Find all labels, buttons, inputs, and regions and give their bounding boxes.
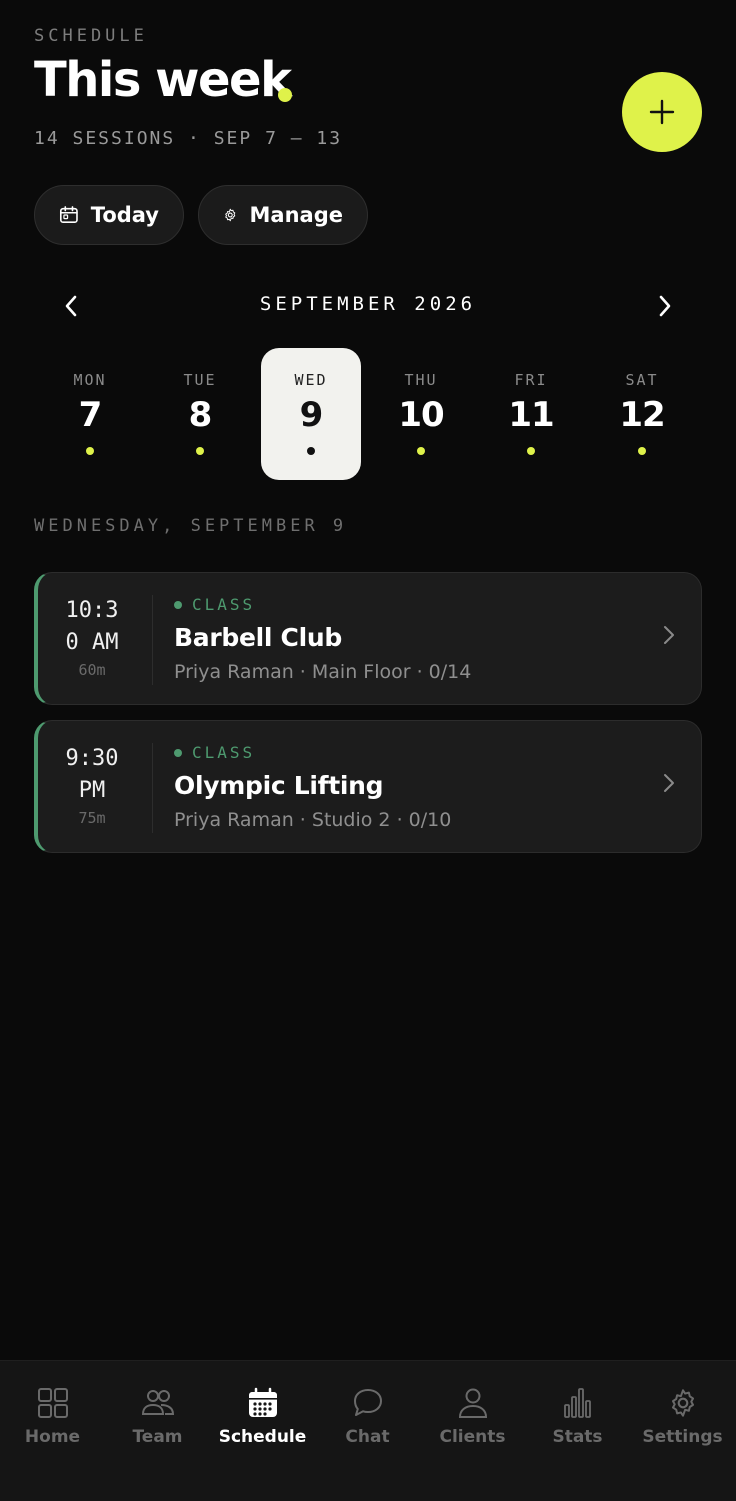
day-number: 11: [508, 395, 554, 435]
page-title: This week: [34, 52, 292, 108]
month-navigator: SEPTEMBER 2026: [34, 285, 702, 325]
tab-team[interactable]: Team: [105, 1361, 210, 1471]
today-button-label: Today: [90, 203, 159, 227]
session-type-label: CLASS: [192, 743, 256, 762]
session-time-line: 9:30: [65, 746, 119, 771]
day-wed-selected[interactable]: WED 9: [261, 348, 361, 480]
day-name: TUE: [183, 371, 217, 389]
day-sat[interactable]: SAT 12: [592, 348, 692, 480]
session-type: CLASS: [174, 743, 255, 762]
session-card[interactable]: 9:30 PM 75m CLASS Olympic Lifting Priya …: [34, 720, 702, 853]
session-type-dot: [174, 748, 182, 757]
session-time: 10:3 0 AM: [56, 595, 128, 659]
chevron-right-icon: [659, 295, 671, 317]
chevron-right-icon: [664, 626, 674, 644]
tab-label: Schedule: [218, 1427, 307, 1447]
tab-label: Team: [132, 1427, 183, 1447]
session-indicator-dot: [417, 447, 425, 455]
session-name: Olympic Lifting: [174, 771, 384, 800]
page-subtitle: 14 SESSIONS · SEP 7 – 13: [34, 128, 343, 149]
session-duration: 75m: [78, 809, 106, 827]
gear-icon: [671, 1389, 694, 1417]
calendar-icon: [59, 206, 78, 224]
tab-home[interactable]: Home: [0, 1361, 105, 1471]
card-divider: [152, 595, 153, 685]
session-details: Priya Raman · Main Floor · 0/14: [174, 661, 472, 683]
gear-icon: [225, 208, 236, 222]
chevron-right-icon: [664, 774, 674, 792]
day-number: 8: [188, 395, 213, 435]
day-mon[interactable]: MON 7: [40, 348, 140, 480]
session-name: Barbell Club: [174, 623, 342, 652]
bottom-tab-bar: Home Team Schedule Chat Clients Stats Se…: [0, 1360, 736, 1501]
chat-bubble-icon: [353, 1389, 382, 1416]
session-indicator-dot: [638, 447, 646, 455]
tab-label: Clients: [439, 1427, 506, 1447]
day-tue[interactable]: TUE 8: [150, 348, 250, 480]
tab-chat[interactable]: Chat: [315, 1361, 420, 1471]
tab-stats[interactable]: Stats: [525, 1361, 630, 1471]
bar-chart-icon: [563, 1388, 591, 1418]
manage-button-label: Manage: [249, 203, 343, 227]
team-icon: [141, 1390, 174, 1415]
day-number: 10: [398, 395, 444, 435]
day-thu[interactable]: THU 10: [371, 348, 471, 480]
month-label: SEPTEMBER 2026: [259, 293, 477, 315]
calendar-icon: [248, 1387, 277, 1417]
today-button[interactable]: Today: [34, 185, 184, 245]
session-indicator-dot: [196, 447, 204, 455]
card-divider: [152, 743, 153, 833]
day-name: THU: [404, 371, 438, 389]
tab-clients[interactable]: Clients: [420, 1361, 525, 1471]
session-time-line: PM: [78, 778, 106, 803]
day-fri[interactable]: FRI 11: [481, 348, 581, 480]
session-indicator-dot: [527, 447, 535, 455]
tab-settings[interactable]: Settings: [630, 1361, 735, 1471]
person-icon: [458, 1388, 487, 1418]
day-number: 9: [299, 395, 324, 435]
session-type-label: CLASS: [192, 595, 256, 614]
title-accent-dot: [278, 88, 292, 102]
session-type-dot: [174, 600, 182, 609]
grid-icon: [37, 1388, 68, 1418]
next-month-button[interactable]: [650, 291, 680, 321]
session-indicator-dot: [86, 447, 94, 455]
day-name: MON: [73, 371, 107, 389]
tab-label: Home: [24, 1427, 81, 1447]
session-time-line: 0 AM: [65, 630, 119, 655]
session-type: CLASS: [174, 595, 255, 614]
tab-label: Stats: [552, 1427, 603, 1447]
day-name: WED: [294, 371, 328, 389]
day-number: 12: [619, 395, 665, 435]
day-number: 7: [78, 395, 103, 435]
session-time: 9:30 PM: [56, 743, 128, 807]
manage-button[interactable]: Manage: [198, 185, 368, 245]
week-day-strip: MON 7 TUE 8 WED 9 THU 10 FRI 11 SAT 12: [34, 348, 702, 480]
add-session-button[interactable]: [622, 72, 702, 152]
tab-schedule[interactable]: Schedule: [210, 1361, 315, 1471]
session-indicator-dot: [307, 447, 315, 455]
plus-icon: [649, 99, 675, 125]
session-time-line: 10:3: [65, 598, 119, 623]
session-duration: 60m: [78, 661, 106, 679]
day-name: FRI: [514, 371, 548, 389]
section-eyebrow: SCHEDULE: [34, 26, 148, 46]
session-details: Priya Raman · Studio 2 · 0/10: [174, 809, 452, 831]
day-name: SAT: [625, 371, 659, 389]
session-card[interactable]: 10:3 0 AM 60m CLASS Barbell Club Priya R…: [34, 572, 702, 705]
tab-label: Chat: [345, 1427, 390, 1447]
selected-date-heading: WEDNESDAY, SEPTEMBER 9: [34, 516, 348, 536]
tab-label: Settings: [642, 1427, 723, 1447]
